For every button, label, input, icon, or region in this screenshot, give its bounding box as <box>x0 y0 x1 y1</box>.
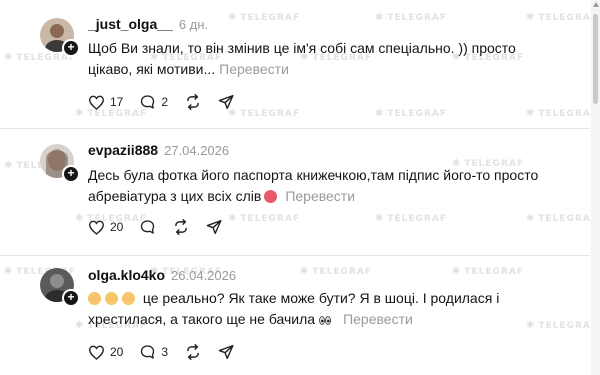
emoji-icon <box>105 292 118 305</box>
repost-button[interactable] <box>184 344 202 360</box>
repost-icon <box>175 219 188 235</box>
reply-count: 2 <box>161 95 169 109</box>
comment-body: Щоб Ви знали, то він змінив це ім'я собі… <box>88 40 516 77</box>
comment-text: Десь була фотка його паспорта книжечкою,… <box>88 165 568 207</box>
send-icon <box>218 94 234 110</box>
scrollbar-thumb[interactable] <box>593 14 598 104</box>
timestamp: 27.04.2026 <box>164 143 230 158</box>
scroll-up-icon[interactable] <box>593 2 599 7</box>
reply-button[interactable] <box>139 219 156 235</box>
translate-link[interactable]: Перевести <box>343 311 413 327</box>
comment-bubble-icon <box>141 345 155 359</box>
repost-button[interactable] <box>184 94 202 110</box>
timestamp: 6 дн. <box>178 17 209 32</box>
avatar[interactable]: + <box>40 18 80 57</box>
share-button[interactable] <box>206 219 223 235</box>
comment-actions: 17 2 <box>88 94 251 110</box>
like-button[interactable]: 20 <box>88 345 123 360</box>
comment-header: _just_olga__ 6 дн. <box>88 16 208 32</box>
reply-count: 3 <box>161 345 169 359</box>
heart-icon <box>88 345 105 360</box>
repost-button[interactable] <box>172 219 190 235</box>
translate-link[interactable]: Перевести <box>285 188 355 204</box>
like-count: 17 <box>110 95 124 109</box>
follow-plus-icon[interactable]: + <box>62 289 80 307</box>
comment-actions: 20 <box>88 219 239 235</box>
heart-icon <box>88 95 105 110</box>
share-button[interactable] <box>218 344 235 360</box>
emoji-icon <box>122 292 135 305</box>
comment-header: olga.klo4ko 26.04.2026 <box>88 267 236 283</box>
emoji-icon <box>88 292 101 305</box>
comment-body: це реально? Як таке може бути? Я в шоці.… <box>88 290 500 327</box>
follow-plus-icon[interactable]: + <box>62 165 80 183</box>
eyes-emoji-icon <box>319 316 331 325</box>
translate-link[interactable]: Перевести <box>219 61 289 77</box>
comment-text: Щоб Ви знали, то він змінив це ім'я собі… <box>88 38 548 80</box>
comment-bubble-icon <box>141 220 155 234</box>
comment-item: + _just_olga__ 6 дн. Щоб Ви знали, то він… <box>0 0 600 128</box>
comment-item: + evpazii888 27.04.2026 Десь була фотка й… <box>0 129 600 255</box>
reply-button[interactable]: 2 <box>139 94 168 110</box>
username[interactable]: olga.klo4ko <box>88 267 165 283</box>
send-icon <box>207 219 222 235</box>
comment-header: evpazii888 27.04.2026 <box>88 142 229 158</box>
like-count: 20 <box>110 345 124 359</box>
username[interactable]: evpazii888 <box>88 142 158 158</box>
comment-item: + olga.klo4ko 26.04.2026 це реально? Як т… <box>0 256 600 375</box>
like-count: 20 <box>110 220 124 234</box>
timestamp: 26.04.2026 <box>171 268 237 283</box>
send-icon <box>218 344 234 360</box>
like-button[interactable]: 17 <box>88 95 123 110</box>
follow-plus-icon[interactable]: + <box>62 39 80 57</box>
reply-button[interactable]: 3 <box>139 344 168 360</box>
scrollbar[interactable] <box>591 0 600 375</box>
like-button[interactable]: 20 <box>88 220 123 235</box>
repost-icon <box>187 94 199 110</box>
emoji-icon <box>264 190 278 203</box>
comment-actions: 20 3 <box>88 344 251 360</box>
comment-text: це реально? Як таке може бути? Я в шоці.… <box>88 288 558 330</box>
share-button[interactable] <box>218 94 235 110</box>
comment-bubble-icon <box>141 95 155 109</box>
repost-icon <box>187 344 199 360</box>
avatar[interactable]: + <box>40 144 80 183</box>
avatar[interactable]: + <box>40 268 80 307</box>
heart-icon <box>88 220 105 235</box>
username[interactable]: _just_olga__ <box>88 16 173 32</box>
